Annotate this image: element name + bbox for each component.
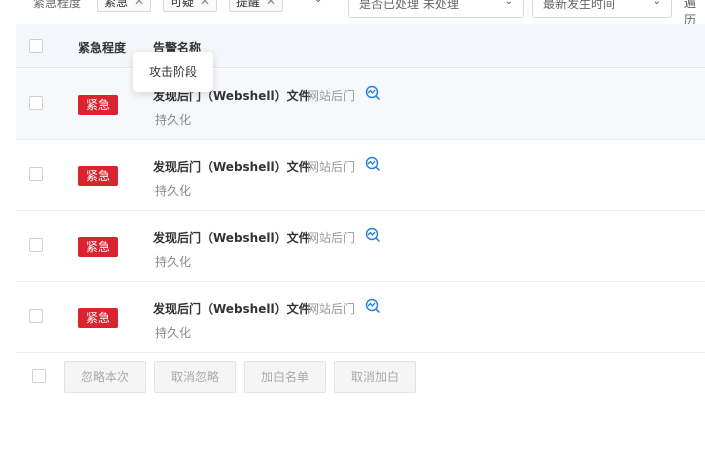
sort-select[interactable]: 最新发生时间 ⌄ [532, 0, 672, 18]
alarm-category: 网站后门 [307, 160, 356, 174]
row-checkbox[interactable] [29, 96, 43, 110]
row-checkbox[interactable] [29, 167, 43, 181]
status-select[interactable]: 是否已处理 未处理 ⌄ [348, 0, 524, 18]
trend-search-icon[interactable] [365, 227, 381, 243]
table-row[interactable]: 紧急 发现后门（Webshell）文件 网站后门 持久化 [16, 211, 705, 282]
add-whitelist-button[interactable]: 加白名单 [244, 361, 326, 393]
select-all-checkbox[interactable] [29, 39, 43, 53]
filter-tag-suspicious[interactable]: 可疑 ✕ [163, 0, 218, 12]
urgency-filter-label: 紧急程度 [33, 0, 82, 10]
close-icon[interactable]: ✕ [266, 0, 276, 8]
chevron-down-icon[interactable]: ⌄ [314, 0, 322, 5]
trend-search-icon[interactable] [365, 298, 381, 314]
sort-select-value: 最新发生时间 [543, 0, 616, 11]
alarm-category: 网站后门 [307, 89, 356, 103]
alarm-name[interactable]: 发现后门（Webshell）文件 [153, 300, 311, 317]
column-urgency: 紧急程度 [78, 41, 127, 55]
filter-tag-label: 紧急 [104, 0, 129, 9]
chevron-down-icon: ⌄ [652, 0, 661, 7]
row-checkbox[interactable] [29, 309, 43, 323]
attack-stage: 持久化 [155, 113, 192, 127]
urgency-badge: 紧急 [78, 308, 118, 328]
cancel-whitelist-button[interactable]: 取消加白 [334, 361, 416, 393]
alarm-name[interactable]: 发现后门（Webshell）文件 [153, 229, 311, 246]
attack-stage-tooltip: 攻击阶段 [133, 52, 213, 92]
trend-search-icon[interactable] [365, 156, 381, 172]
filter-tag-urgent[interactable]: 紧急 ✕ [97, 0, 152, 12]
attack-stage: 持久化 [155, 255, 192, 269]
filter-tag-label: 可疑 [170, 0, 195, 9]
close-icon[interactable]: ✕ [200, 0, 210, 8]
close-icon[interactable]: ✕ [134, 0, 144, 8]
batch-select-checkbox[interactable] [32, 369, 46, 383]
trend-search-icon[interactable] [365, 85, 381, 101]
filter-bar: 紧急程度 紧急 ✕ 可疑 ✕ 提醒 ✕ ⌄ 是否已处理 未处理 ⌄ 最新发生时间… [0, 0, 705, 27]
table-header: 紧急程度 告警名称 [16, 24, 705, 68]
alarm-category: 网站后门 [307, 231, 356, 245]
urgency-badge: 紧急 [78, 95, 118, 115]
ignore-once-button[interactable]: 忽略本次 [64, 361, 146, 393]
row-checkbox[interactable] [29, 238, 43, 252]
chevron-down-icon: ⌄ [504, 0, 513, 7]
alarm-name[interactable]: 发现后门（Webshell）文件 [153, 158, 311, 175]
alarm-category: 网站后门 [307, 302, 356, 316]
attack-stage: 持久化 [155, 326, 192, 340]
status-select-value: 是否已处理 未处理 [359, 0, 459, 11]
attack-stage: 持久化 [155, 184, 192, 198]
urgency-badge: 紧急 [78, 237, 118, 257]
table-row[interactable]: 紧急 发现后门（Webshell）文件 网站后门 持久化 [16, 140, 705, 211]
urgency-badge: 紧急 [78, 166, 118, 186]
table-row[interactable]: 紧急 发现后门（Webshell）文件 网站后门 持久化 [16, 282, 705, 353]
cancel-ignore-button[interactable]: 取消忽略 [154, 361, 236, 393]
filter-tag-label: 提醒 [236, 0, 261, 9]
table-row[interactable]: 紧急 发现后门（Webshell）文件 网站后门 持久化 [16, 69, 705, 140]
filter-tag-reminder[interactable]: 提醒 ✕ [229, 0, 284, 12]
